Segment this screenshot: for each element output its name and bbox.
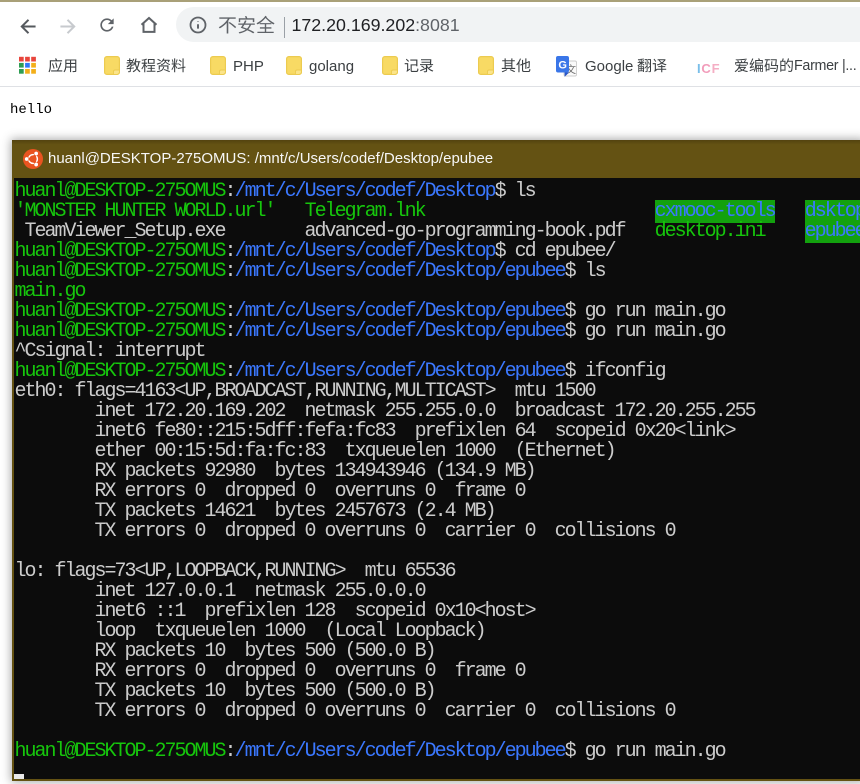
- svg-text:G: G: [558, 59, 567, 71]
